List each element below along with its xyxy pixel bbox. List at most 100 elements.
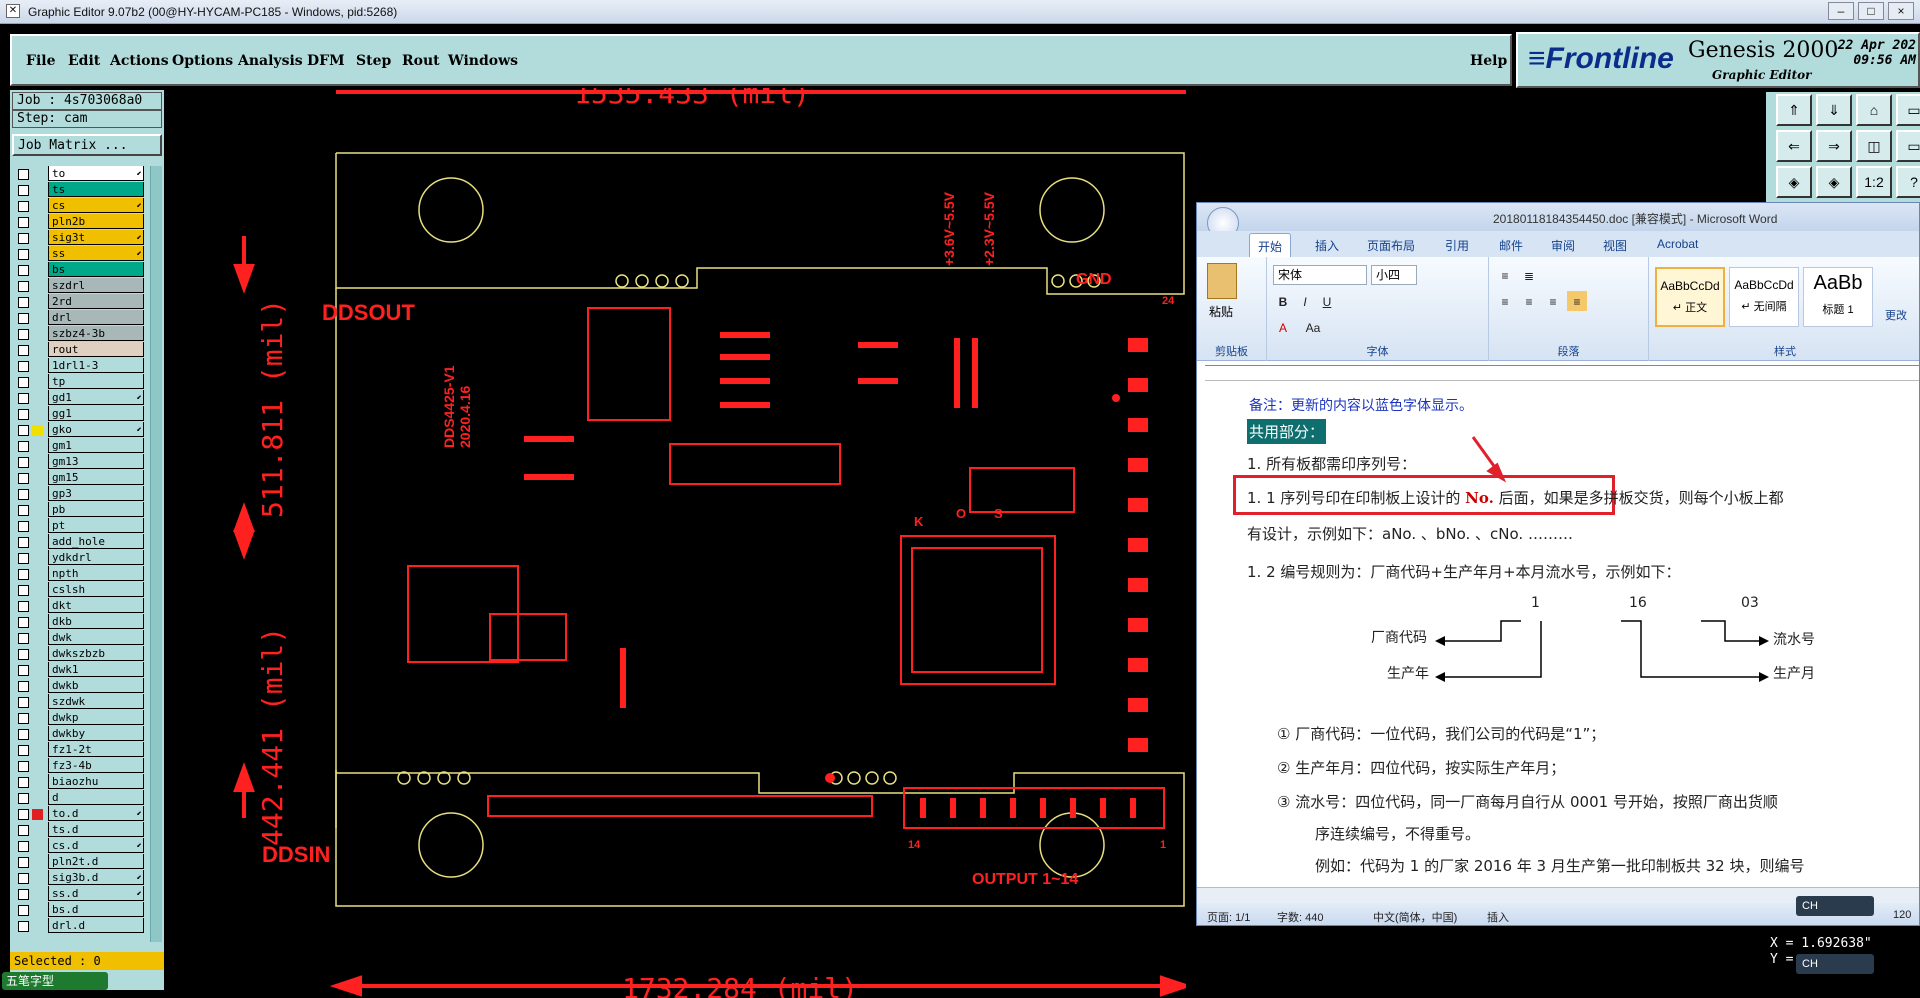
tool-button-6[interactable]: ⇒ [1816, 130, 1852, 162]
close-button[interactable]: × [1888, 2, 1914, 20]
layer-name[interactable]: tp [48, 374, 144, 389]
layer-name[interactable]: gm13 [48, 454, 144, 469]
layer-name[interactable]: cs.d [48, 838, 144, 853]
menu-help[interactable]: Help [1470, 53, 1507, 69]
layer-checkbox[interactable] [18, 793, 29, 804]
layer-name[interactable]: dwkp [48, 710, 144, 725]
bold-icon[interactable]: B [1273, 291, 1293, 311]
layer-checkbox[interactable] [18, 345, 29, 356]
layer-name[interactable]: bs [48, 262, 144, 277]
layer-checkbox[interactable] [18, 857, 29, 868]
layer-row[interactable]: fz3-4b [14, 758, 144, 774]
layer-name[interactable]: bs.d [48, 902, 144, 917]
layer-name[interactable]: ss.d [48, 886, 144, 901]
layer-name[interactable]: ydkdrl [48, 550, 144, 565]
layer-row[interactable]: gko ⬋ [14, 422, 144, 438]
layer-checkbox[interactable] [18, 249, 29, 260]
numbering-icon[interactable]: ≣ [1519, 265, 1539, 285]
layer-name[interactable]: 1drl1-3 [48, 358, 144, 373]
layer-checkbox[interactable] [18, 217, 29, 228]
document-page[interactable]: 备注：更新的内容以蓝色字体显示。 共用部分： 1. 所有板都需印序列号： 1. … [1197, 381, 1907, 881]
layer-name[interactable]: pln2t.d [48, 854, 144, 869]
layer-name[interactable]: gd1 [48, 390, 144, 405]
layer-name[interactable]: fz3-4b [48, 758, 144, 773]
layer-row[interactable]: dwkszbzb [14, 646, 144, 662]
layer-row[interactable]: dkb [14, 614, 144, 630]
layer-name[interactable]: drl.d [48, 918, 144, 933]
layer-checkbox[interactable] [18, 489, 29, 500]
help-tool-button[interactable]: ? [1896, 166, 1920, 198]
layer-name[interactable]: sig3b.d [48, 870, 144, 885]
layer-row[interactable]: sig3b.d ⬋ [14, 870, 144, 886]
layer-name[interactable]: to.d [48, 806, 144, 821]
menu-windows[interactable]: Windows [448, 53, 518, 69]
layer-row[interactable]: bs [14, 262, 144, 278]
menu-edit[interactable]: Edit [68, 53, 100, 69]
layer-checkbox[interactable] [18, 585, 29, 596]
tool-button-3[interactable]: ⌂ [1856, 94, 1892, 126]
font-name-select[interactable]: 宋体 [1273, 265, 1367, 285]
minimize-button[interactable]: – [1828, 2, 1854, 20]
layer-name[interactable]: d [48, 790, 144, 805]
layer-checkbox[interactable] [18, 233, 29, 244]
layer-row[interactable]: add_hole [14, 534, 144, 550]
layer-name[interactable]: sig3t [48, 230, 144, 245]
layer-row[interactable]: rout [14, 342, 144, 358]
layer-checkbox[interactable] [18, 441, 29, 452]
layer-checkbox[interactable] [18, 329, 29, 340]
layer-row[interactable]: dkt [14, 598, 144, 614]
layer-row[interactable]: ydkdrl [14, 550, 144, 566]
ruler[interactable] [1205, 365, 1919, 381]
layer-row[interactable]: d [14, 790, 144, 806]
align-right-icon[interactable]: ≡ [1543, 291, 1563, 311]
layer-name[interactable]: dkb [48, 614, 144, 629]
layer-checkbox[interactable] [18, 713, 29, 724]
layer-checkbox[interactable] [18, 905, 29, 916]
font-color-icon[interactable]: A [1273, 317, 1293, 337]
layer-row[interactable]: dwkp [14, 710, 144, 726]
layer-checkbox[interactable] [18, 825, 29, 836]
text-effects-icon[interactable]: Aa [1303, 317, 1323, 337]
change-styles-button[interactable]: 更改 [1885, 307, 1907, 323]
app-icon[interactable]: ✕ [6, 4, 20, 18]
language-status[interactable]: 中文(简体，中国) [1373, 909, 1457, 925]
layer-row[interactable]: cs.d ⬋ [14, 838, 144, 854]
layer-checkbox[interactable] [18, 697, 29, 708]
tool-button-1[interactable]: ⇑ [1776, 94, 1812, 126]
layer-row[interactable]: pt [14, 518, 144, 534]
font-size-select[interactable]: 小四 [1371, 265, 1417, 285]
tab-home[interactable]: 开始 [1249, 233, 1292, 257]
layer-checkbox[interactable] [18, 553, 29, 564]
layer-row[interactable]: gm1 [14, 438, 144, 454]
insert-mode[interactable]: 插入 [1487, 909, 1509, 925]
layer-row[interactable]: 2rd [14, 294, 144, 310]
layer-name[interactable]: szdrl [48, 278, 144, 293]
layer-name[interactable]: to [48, 166, 144, 181]
layer-checkbox[interactable] [18, 569, 29, 580]
style-normal[interactable]: AaBbCcDd ↵ 正文 [1655, 267, 1725, 327]
tool-button-10[interactable]: ◈ [1816, 166, 1852, 198]
layer-row[interactable]: ts.d [14, 822, 144, 838]
layer-checkbox[interactable] [18, 841, 29, 852]
layer-checkbox[interactable] [18, 873, 29, 884]
align-center-icon[interactable]: ≡ [1519, 291, 1539, 311]
layer-row[interactable]: cslsh [14, 582, 144, 598]
pcb-canvas[interactable]: 1535.433 (mil) 1732.284 (mil) 511.811 (m… [164, 88, 1186, 998]
layer-row[interactable]: ss.d ⬋ [14, 886, 144, 902]
layer-row[interactable]: drl.d [14, 918, 144, 934]
zoom-ratio-button[interactable]: 1:2 [1856, 166, 1892, 198]
tab-references[interactable]: 引用 [1445, 237, 1469, 254]
layer-row[interactable]: szdwk [14, 694, 144, 710]
layer-checkbox[interactable] [18, 409, 29, 420]
menu-file[interactable]: File [26, 53, 55, 69]
menu-actions[interactable]: Actions [110, 53, 169, 69]
layer-name[interactable]: pln2b [48, 214, 144, 229]
tool-button-7[interactable]: ◫ [1856, 130, 1892, 162]
tool-button-4[interactable]: ▭ [1896, 94, 1920, 126]
layer-row[interactable]: gd1 ⬋ [14, 390, 144, 406]
tab-review[interactable]: 审阅 [1551, 237, 1575, 254]
layer-row[interactable]: bs.d [14, 902, 144, 918]
layer-checkbox[interactable] [18, 681, 29, 692]
tab-mailings[interactable]: 邮件 [1499, 237, 1523, 254]
layer-row[interactable]: biaozhu [14, 774, 144, 790]
